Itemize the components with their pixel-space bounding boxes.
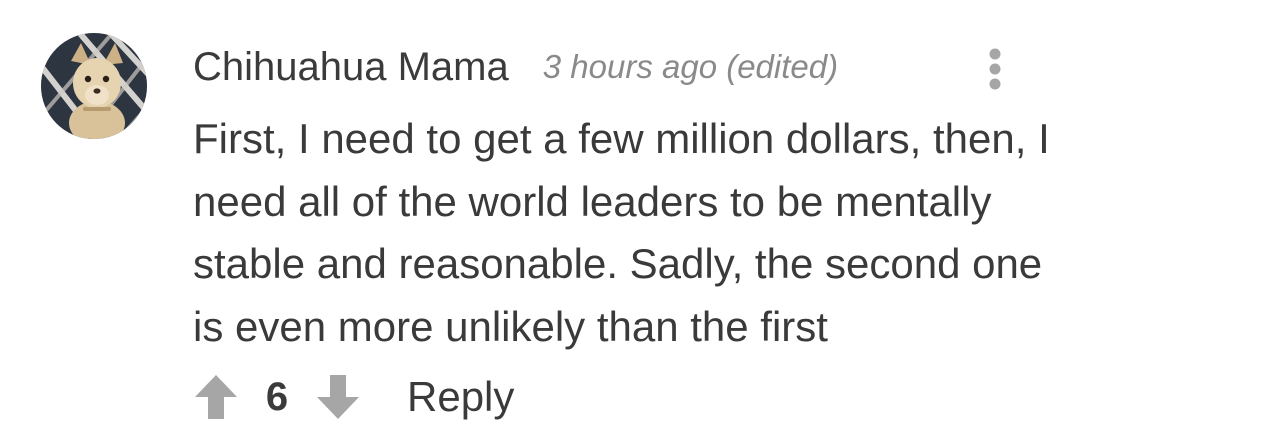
comment-body-line: need all of the world leaders to be ment… — [193, 177, 992, 225]
comment-header: Chihuahua Mama 3 hours ago (edited) — [193, 40, 838, 94]
vote-count: 6 — [265, 374, 289, 419]
comment-card: Chihuahua Mama 3 hours ago (edited) Firs… — [0, 0, 1280, 445]
comment-timestamp: 3 hours ago (edited) — [542, 48, 839, 85]
reply-button[interactable]: Reply — [407, 373, 514, 421]
arrow-down-icon — [317, 375, 359, 419]
comment-body-line: is even more unlikely than the first — [193, 302, 828, 350]
chihuahua-avatar-icon — [41, 33, 147, 139]
upvote-button[interactable] — [193, 372, 239, 422]
comment-body-line: First, I need to get a few million dolla… — [193, 115, 1050, 162]
arrow-up-icon — [195, 375, 237, 419]
comment-body: First, I need to get a few million dolla… — [193, 108, 1203, 358]
author-name[interactable]: Chihuahua Mama — [193, 45, 509, 90]
vertical-ellipsis-icon[interactable] — [982, 46, 1008, 92]
comment-actions: 6 Reply — [193, 368, 514, 426]
downvote-button[interactable] — [315, 372, 361, 422]
comment-body-line: stable and reasonable. Sadly, the second… — [193, 240, 1043, 287]
avatar[interactable] — [41, 33, 147, 139]
